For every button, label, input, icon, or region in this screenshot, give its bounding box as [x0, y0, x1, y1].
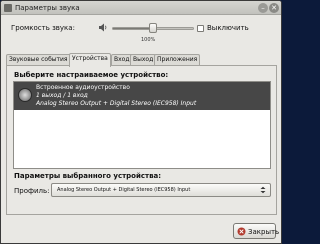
chevron-up-down-icon [260, 186, 266, 194]
volume-slider-fill [113, 28, 153, 29]
window-close-button[interactable]: ✕ [269, 3, 279, 13]
close-button[interactable]: Закрыть [233, 223, 280, 239]
audio-card-icon [18, 88, 32, 102]
device-name: Встроенное аудиоустройство [36, 84, 130, 91]
devices-panel: Выберите настраиваемое устройство: Встро… [6, 65, 277, 215]
speaker-icon [99, 23, 107, 32]
device-status: 1 выход / 1 вход [36, 92, 88, 99]
volume-row: Громкость звука: 100% Выключить [8, 20, 278, 43]
title-bar[interactable]: Параметры звука – ✕ [1, 1, 281, 15]
device-list-item[interactable]: Встроенное аудиоустройство 1 выход / 1 в… [14, 82, 270, 110]
close-icon [237, 227, 246, 236]
sound-settings-window: Параметры звука – ✕ Громкость звука: 100… [0, 0, 282, 244]
profile-label: Профиль: [14, 187, 50, 195]
tab-devices[interactable]: Устройства [69, 53, 111, 67]
device-list[interactable]: Встроенное аудиоустройство 1 выход / 1 в… [13, 81, 271, 169]
mute-checkbox[interactable] [197, 25, 204, 32]
device-settings-heading: Параметры выбранного устройства: [14, 172, 162, 180]
window-title: Параметры звука [15, 4, 80, 12]
profile-dropdown[interactable]: Analog Stereo Output + Digital Stereo (I… [51, 183, 271, 197]
app-icon [4, 4, 12, 12]
profile-value: Analog Stereo Output + Digital Stereo (I… [57, 187, 191, 193]
volume-slider-handle[interactable] [149, 23, 157, 33]
volume-label: Громкость звука: [11, 24, 75, 32]
device-list-heading: Выберите настраиваемое устройство: [14, 71, 169, 79]
device-ports: Analog Stereo Output + Digital Stereo (I… [36, 100, 197, 107]
volume-value: 100% [141, 37, 156, 43]
mute-label[interactable]: Выключить [207, 24, 249, 32]
minimize-button[interactable]: – [258, 3, 268, 13]
close-button-label: Закрыть [248, 228, 280, 236]
